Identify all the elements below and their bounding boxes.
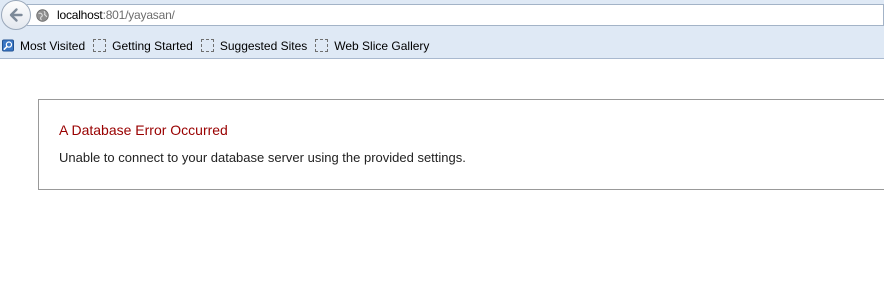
error-title: A Database Error Occurred — [59, 122, 228, 138]
bookmarks-search-icon — [2, 39, 14, 52]
address-bar[interactable]: localhost:801/yayasan/ — [27, 4, 884, 26]
placeholder-page-icon — [200, 39, 214, 52]
bookmark-web-slice-gallery[interactable]: Web Slice Gallery — [315, 36, 429, 56]
url-text[interactable]: localhost:801/yayasan/ — [57, 8, 175, 22]
bookmark-label: Most Visited — [20, 38, 86, 53]
bookmark-label: Suggested Sites — [219, 38, 308, 53]
url-path: :801/yayasan/ — [102, 8, 175, 22]
error-container: A Database Error Occurred Unable to conn… — [38, 99, 884, 190]
placeholder-page-icon — [93, 39, 107, 52]
placeholder-page-icon — [315, 39, 329, 52]
browser-chrome: localhost:801/yayasan/ Most Visited Gett… — [0, 0, 884, 59]
bookmarks-toolbar: Most Visited Getting Started Suggested S… — [0, 33, 884, 58]
bookmark-getting-started[interactable]: Getting Started — [93, 36, 193, 56]
bookmark-label: Getting Started — [112, 38, 193, 53]
globe-icon[interactable] — [36, 8, 49, 22]
bookmark-suggested-sites[interactable]: Suggested Sites — [200, 36, 308, 56]
bookmark-most-visited[interactable]: Most Visited — [2, 36, 85, 56]
back-arrow-icon — [7, 6, 25, 24]
url-host: localhost — [57, 8, 103, 22]
error-message: Unable to connect to your database serve… — [59, 150, 466, 165]
navigation-bar: localhost:801/yayasan/ — [0, 0, 884, 32]
bookmark-label: Web Slice Gallery — [334, 38, 430, 53]
back-button[interactable] — [1, 0, 31, 30]
